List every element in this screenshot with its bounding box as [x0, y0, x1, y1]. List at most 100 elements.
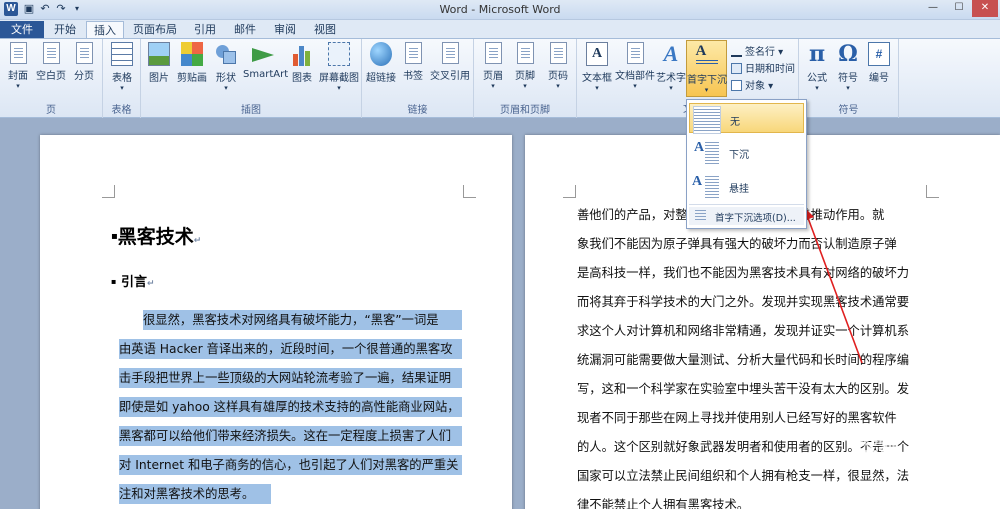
text-box-button[interactable]: A 文本框 ▾ — [581, 42, 613, 93]
group-header-footer: 页眉 ▾ 页脚 ▾ 页码 ▾ 页眉和页脚 — [474, 39, 577, 118]
drop-cap-icon: A — [695, 44, 718, 66]
group-illustrations: 图片 剪贴画 形状 ▾ SmartArt 图表 屏幕截图 ▾ 插图 — [141, 39, 362, 118]
equation-button[interactable]: π 公式 ▾ — [803, 42, 831, 93]
smartart-button[interactable]: SmartArt — [243, 42, 288, 80]
signature-line-button[interactable]: 签名行 ▾ — [731, 43, 783, 58]
paragraph-line: 律不能禁止个人拥有黑客技术。 — [577, 498, 750, 509]
cross-reference-button[interactable]: 交叉引用 — [429, 42, 471, 82]
group-label-illustrations: 插图 — [241, 105, 261, 116]
tab-references[interactable]: 引用 — [186, 21, 224, 39]
page-break-icon — [75, 42, 93, 64]
date-time-button[interactable]: 日期和时间 — [731, 60, 795, 75]
title-bar: W ▣ ↶ ↷ ▾ Word - Microsoft Word — ☐ ✕ — [0, 0, 1000, 20]
cover-page-button[interactable]: 封面 ▾ — [3, 42, 33, 91]
paragraph-line: 国家可以立法禁止民间组织和个人拥有枪支一样，很显然，法 — [577, 469, 910, 483]
calendar-icon — [731, 63, 742, 74]
close-icon[interactable]: ✕ — [972, 0, 998, 17]
no-drop-cap-icon — [693, 106, 721, 134]
text-box-icon: A — [586, 42, 608, 66]
bookmark-button[interactable]: 书签 — [400, 42, 426, 82]
table-button[interactable]: 表格 ▾ — [107, 42, 137, 93]
chart-button[interactable]: 图表 — [288, 42, 316, 84]
cross-reference-icon — [441, 42, 459, 64]
paragraph-line: 黑客都可以给他们带来经济损失。这在一定程度上损害了人们 — [119, 426, 462, 446]
wordart-button[interactable]: A 艺术字 ▾ — [656, 42, 686, 93]
maximize-icon[interactable]: ☐ — [946, 0, 972, 17]
chart-icon — [291, 42, 313, 66]
tab-insert[interactable]: 插入 — [86, 21, 124, 39]
group-links: 超链接 书签 交叉引用 链接 — [362, 39, 474, 118]
group-tables: 表格 ▾ 表格 — [103, 39, 141, 118]
crop-mark — [102, 185, 115, 198]
group-label-tables: 表格 — [111, 105, 132, 116]
page-break-button[interactable]: 分页 — [69, 42, 99, 82]
tab-view[interactable]: 视图 — [306, 21, 344, 39]
wordart-icon: A — [663, 41, 679, 66]
watermark-logo: 经验 — [856, 432, 901, 457]
document-subheading: ▪ 引言↵ — [111, 275, 155, 290]
cover-page-icon — [9, 42, 27, 64]
paragraph-line: 由英语 Hacker 音译出来的，近段时间，一个很普通的黑客攻 — [119, 339, 462, 359]
number-icon: # — [868, 42, 890, 66]
crop-mark — [563, 185, 576, 198]
footer-button[interactable]: 页脚 ▾ — [510, 42, 540, 91]
drop-cap-button[interactable]: A 首字下沉 ▾ — [686, 40, 727, 97]
screenshot-button[interactable]: 屏幕截图 ▾ — [319, 42, 359, 93]
drop-cap-options-item[interactable]: 首字下沉选项(D)... — [689, 207, 804, 225]
screenshot-icon — [328, 42, 350, 66]
shapes-button[interactable]: 形状 ▾ — [212, 42, 240, 93]
clip-art-icon — [181, 42, 203, 66]
paragraph-line: 写，这和一个科学家在实验室中埋头苦干没有太大的区别。发 — [577, 382, 910, 396]
quick-parts-button[interactable]: 文档部件 ▾ — [615, 42, 655, 91]
globe-icon — [370, 42, 392, 66]
paragraph-line: 击手段把世界上一些顶级的大网站轮流考验了一遍，结果证明 — [119, 368, 462, 388]
paragraph-line: 对 Internet 和电子商务的信心，也引起了人们对黑客的严重关 — [119, 455, 462, 475]
tab-home[interactable]: 开始 — [46, 21, 84, 39]
tab-page-layout[interactable]: 页面布局 — [126, 21, 184, 39]
dropped-icon: A — [692, 139, 720, 167]
group-label-links: 链接 — [407, 105, 428, 116]
ribbon: 封面 ▾ 空白页 分页 页 表格 ▾ 表格 图片 剪贴画 形状 ▾ SmartA… — [0, 38, 1000, 118]
object-button[interactable]: 对象 ▾ — [731, 77, 773, 92]
paragraph-line: 很显然，黑客技术对网络具有破坏能力，“黑客”一词是 — [143, 310, 462, 330]
tab-file[interactable]: 文件 — [0, 21, 44, 39]
blank-page-button[interactable]: 空白页 — [35, 42, 67, 82]
crop-mark — [926, 185, 939, 198]
tab-review[interactable]: 审阅 — [266, 21, 304, 39]
dropdown-item-dropped[interactable]: A 下沉 — [689, 137, 804, 167]
signature-icon — [731, 46, 742, 57]
paragraph-line: 是高科技一样，我们也不能因为黑客技术具有对网络的破坏力 — [577, 266, 910, 280]
group-label-pages: 页 — [46, 105, 56, 116]
paragraph-line: 而将其弃于科学技术的大门之外。发现并实现黑客技术通常要 — [577, 295, 910, 309]
document-heading: ▪黑客技术↵ — [111, 226, 202, 248]
header-button[interactable]: 页眉 ▾ — [478, 42, 508, 91]
page-number-button[interactable]: 页码 ▾ — [543, 42, 573, 91]
group-label-symbols: 符号 — [838, 105, 859, 116]
quick-parts-icon — [626, 42, 644, 64]
bookmark-icon — [404, 42, 422, 64]
group-symbols: π 公式 ▾ Ω 符号 ▾ # 编号 符号 — [799, 39, 899, 118]
paragraph-line: 统漏洞可能需要做大量测试、分析大量代码和长时间的程序编 — [577, 353, 910, 367]
pi-icon: π — [808, 41, 826, 67]
hyperlink-button[interactable]: 超链接 — [365, 42, 397, 84]
dropdown-item-none[interactable]: 无 — [689, 103, 804, 134]
drop-cap-options-icon — [695, 210, 706, 221]
number-button[interactable]: # 编号 — [865, 42, 893, 84]
paragraph-line: 即使是如 yahoo 这样具有雄厚的技术支持的高性能商业网站， — [119, 397, 462, 417]
picture-icon — [148, 42, 170, 66]
window-title: Word - Microsoft Word — [439, 3, 561, 16]
minimize-icon[interactable]: — — [920, 0, 946, 17]
in-margin-icon: A — [692, 173, 720, 201]
paragraph-line: 象我们不能因为原子弹具有强大的破坏力而否认制造原子弹 — [577, 237, 897, 251]
group-pages: 封面 ▾ 空白页 分页 页 — [0, 39, 103, 118]
tab-mailings[interactable]: 邮件 — [226, 21, 264, 39]
table-icon — [111, 42, 133, 66]
crop-mark — [463, 185, 476, 198]
document-canvas: ▪黑客技术↵ ▪ 引言↵ 很显然，黑客技术对网络具有破坏能力，“黑客”一词是 由… — [0, 118, 1000, 509]
picture-button[interactable]: 图片 — [145, 42, 173, 84]
symbol-button[interactable]: Ω 符号 ▾ — [834, 42, 862, 93]
clip-art-button[interactable]: 剪贴画 — [176, 42, 208, 84]
blank-page-icon — [42, 42, 60, 64]
document-page-1[interactable]: ▪黑客技术↵ ▪ 引言↵ 很显然，黑客技术对网络具有破坏能力，“黑客”一词是 由… — [40, 135, 512, 509]
dropdown-item-in-margin[interactable]: A 悬挂 — [689, 171, 804, 201]
